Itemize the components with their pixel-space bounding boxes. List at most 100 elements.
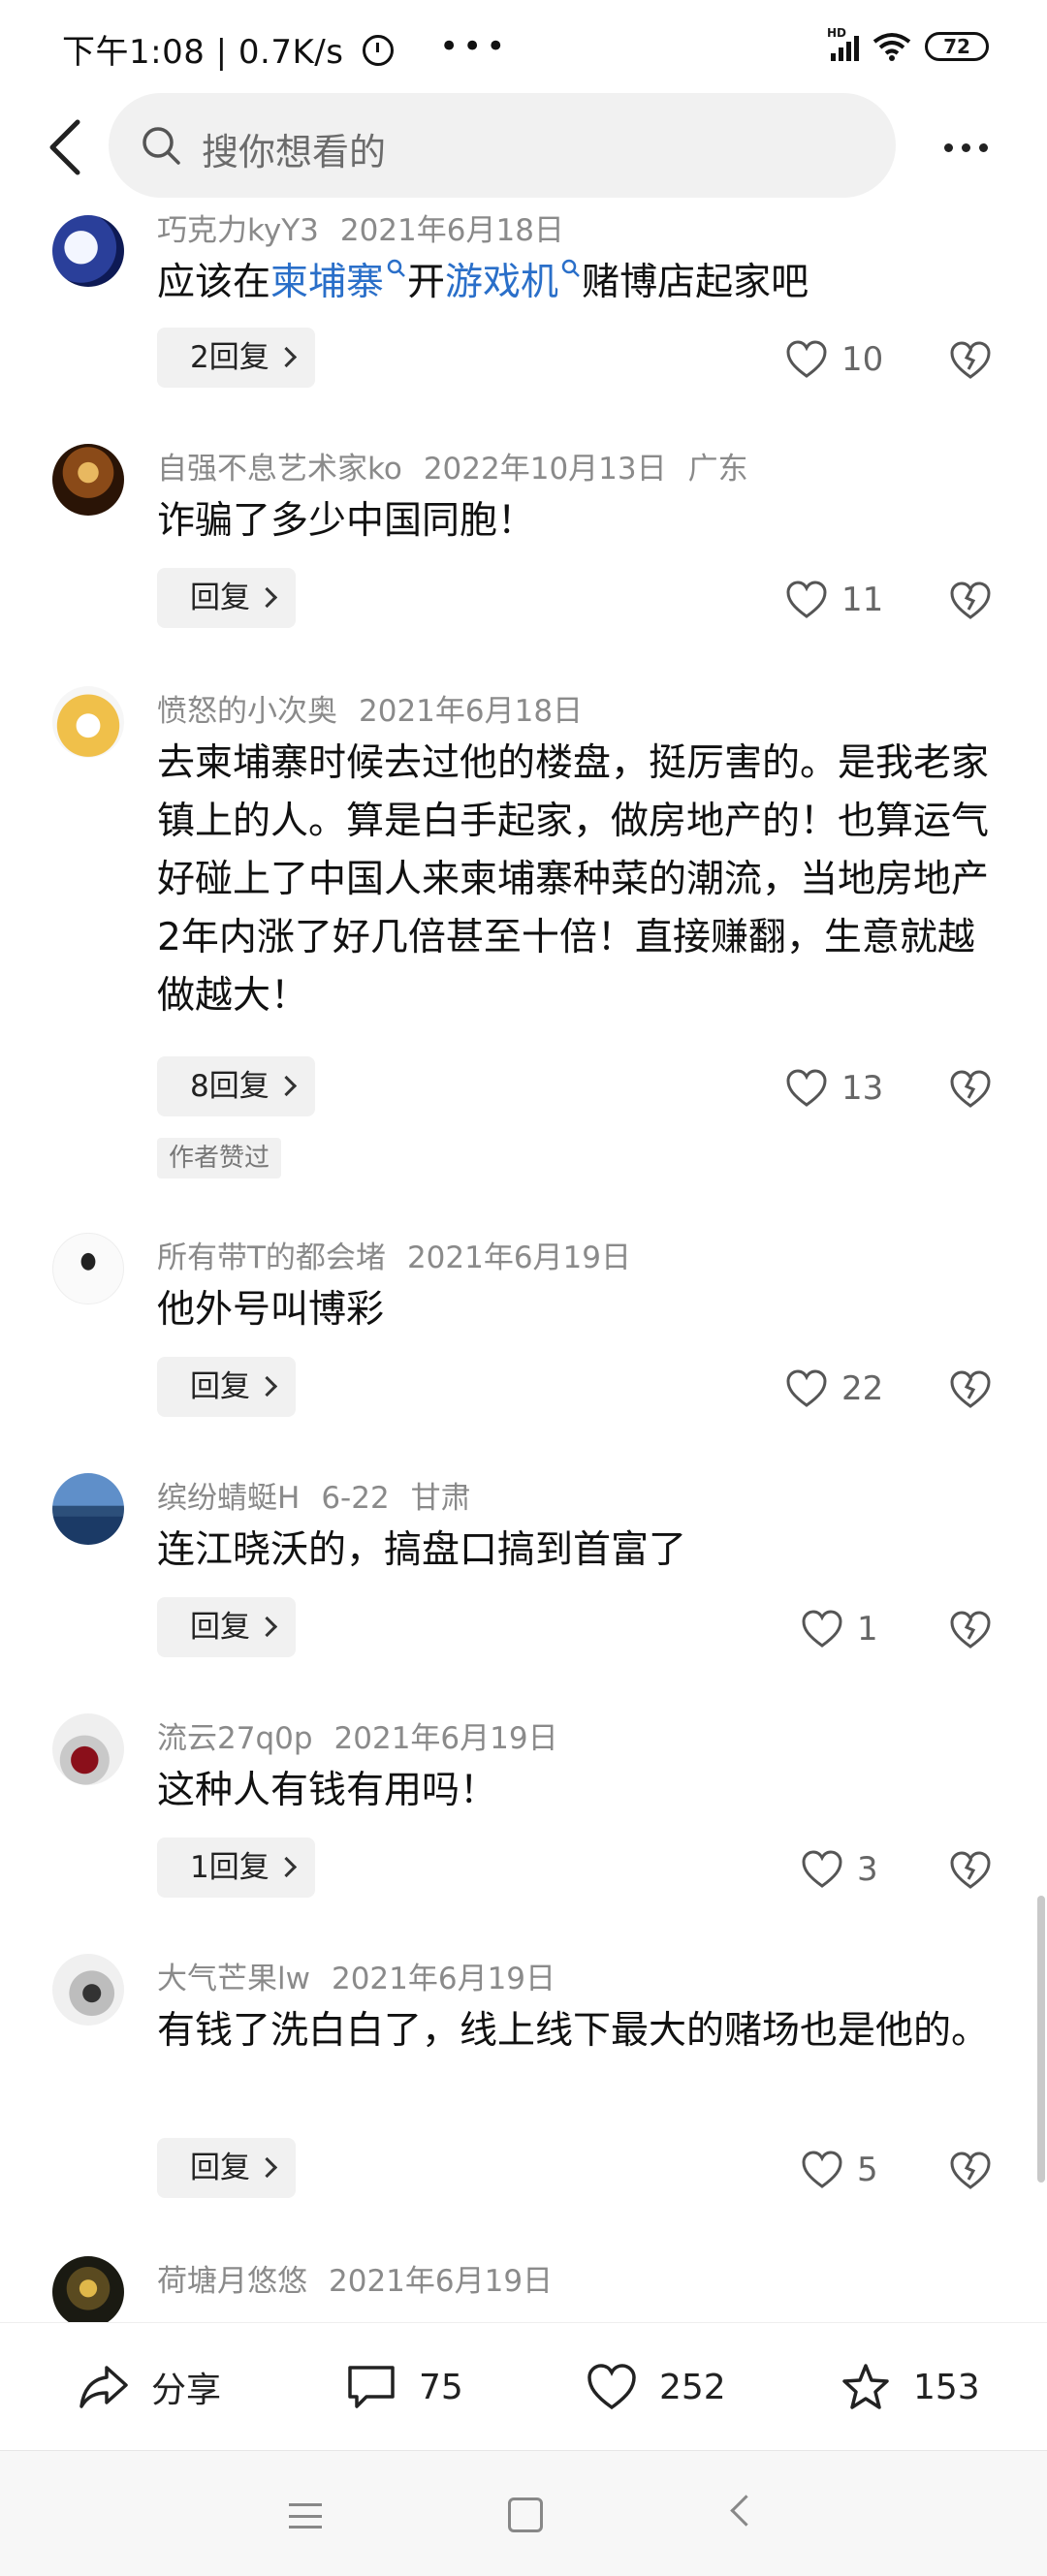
search-bar[interactable]: 搜你想看的 — [109, 93, 896, 198]
avatar[interactable] — [52, 2256, 124, 2322]
wifi-icon — [872, 33, 911, 61]
comment-date: 2021年6月19日 — [333, 1721, 558, 1756]
more-options-icon[interactable] — [944, 128, 1002, 167]
like-button[interactable]: 1 — [801, 1605, 878, 1653]
username[interactable]: 流云27q0p — [157, 1721, 313, 1756]
like-count: 1 — [857, 1610, 878, 1649]
avatar[interactable] — [52, 1473, 124, 1545]
comment-icon — [348, 2366, 395, 2408]
likes-count: 252 — [659, 2367, 726, 2407]
comment-date: 2021年6月19日 — [406, 1241, 631, 1275]
chevron-right-icon — [275, 1075, 297, 1097]
comment-date: 2022年10月13日 — [423, 452, 667, 487]
comments-button[interactable]: 75 — [345, 2358, 463, 2416]
chevron-right-icon — [275, 346, 297, 368]
battery-icon: 72 — [925, 32, 989, 61]
chevron-right-icon — [256, 1375, 278, 1398]
avatar[interactable] — [52, 444, 124, 516]
scrollbar[interactable] — [1037, 1896, 1045, 2183]
username[interactable]: 荷塘月悠悠 — [157, 2264, 307, 2299]
chevron-right-icon — [275, 1856, 297, 1878]
like-button[interactable]: 13 — [785, 1064, 883, 1113]
like-post-button[interactable]: 252 — [586, 2358, 726, 2416]
system-nav-bar — [0, 2450, 1047, 2576]
back-icon[interactable] — [730, 2495, 762, 2527]
username[interactable]: 所有带T的都会堵 — [157, 1241, 386, 1275]
alarm-icon — [362, 35, 394, 66]
username[interactable]: 缤纷蜻蜓H — [157, 1481, 300, 1516]
share-label: 分享 — [151, 2371, 222, 2410]
search-placeholder[interactable]: 搜你想看的 — [202, 122, 386, 175]
share-button[interactable]: 分享 — [78, 2358, 221, 2416]
signal-icon: HD — [827, 26, 859, 61]
username[interactable]: 大气芒果lw — [157, 1962, 310, 1996]
like-button[interactable]: 10 — [785, 335, 883, 384]
keyword-link[interactable]: 柬埔寨 — [270, 259, 407, 304]
comment-date: 2021年6月18日 — [359, 694, 584, 729]
comment-text: 应该在柬埔寨 开游戏机 赌博店起家吧 — [157, 254, 1000, 312]
comment-date: 6-22 — [321, 1481, 390, 1516]
like-count: 22 — [841, 1369, 884, 1408]
broken-heart-icon[interactable] — [948, 1609, 993, 1649]
broken-heart-icon[interactable] — [948, 1368, 993, 1409]
comment-list[interactable]: 巧克力kyY3 2021年6月18日 应该在柬埔寨 开游戏机 赌博店起家吧 2回复 1… — [0, 202, 1047, 2322]
comment-location: 广东 — [687, 452, 748, 487]
like-button[interactable]: 3 — [801, 1845, 878, 1894]
heart-icon — [802, 2151, 842, 2188]
comments-count: 75 — [419, 2367, 463, 2407]
keyword-search-icon — [561, 259, 580, 277]
broken-heart-icon[interactable] — [948, 1068, 993, 1109]
home-icon[interactable] — [508, 2497, 543, 2532]
back-arrow-icon[interactable] — [39, 114, 97, 180]
broken-heart-icon[interactable] — [948, 2150, 993, 2190]
action-bar: 分享 75 252 153 — [0, 2322, 1047, 2451]
reply-button[interactable]: 回复 — [157, 568, 296, 628]
comment-location: 甘肃 — [410, 1481, 471, 1516]
heart-icon — [786, 581, 827, 618]
keyword-search-icon — [387, 259, 405, 277]
comment-text: 连江晓沃的，搞盘口搞到首富了 — [157, 1528, 687, 1572]
more-notifications-icon: ••• — [439, 27, 510, 66]
like-button[interactable]: 5 — [801, 2146, 878, 2194]
avatar[interactable] — [52, 686, 124, 758]
chevron-right-icon — [256, 586, 278, 609]
search-icon — [143, 127, 180, 165]
username[interactable]: 巧克力kyY3 — [157, 213, 319, 248]
like-count: 10 — [841, 340, 884, 379]
username[interactable]: 自强不息艺术家ko — [157, 452, 402, 487]
avatar[interactable] — [52, 1233, 124, 1304]
top-bar: 搜你想看的 — [0, 93, 1047, 202]
status-bar: 下午1:08 | 0.7K/s ••• HD 72 — [0, 0, 1047, 93]
comment-text: 诈骗了多少中国同胞！ — [157, 499, 536, 543]
keyword-link[interactable]: 游戏机 — [445, 259, 582, 304]
avatar[interactable] — [52, 215, 124, 287]
heart-icon — [786, 1369, 827, 1407]
like-button[interactable]: 11 — [785, 576, 883, 624]
avatar[interactable] — [52, 1713, 124, 1785]
comment-date: 2021年6月18日 — [339, 213, 564, 248]
like-count: 5 — [857, 2151, 878, 2189]
like-button[interactable]: 22 — [785, 1365, 883, 1413]
broken-heart-icon[interactable] — [948, 580, 993, 620]
comment-text: 有钱了洗白白了，线上线下最大的赌场也是他的。 — [157, 2009, 990, 2053]
username[interactable]: 愤怒的小次奥 — [157, 694, 337, 729]
reply-button[interactable]: 1回复 — [157, 1838, 315, 1898]
comment-text: 去柬埔寨时候去过他的楼盘，挺厉害的。是我老家镇上的人。算是白手起家，做房地产的！… — [157, 741, 990, 1018]
reply-button[interactable]: 2回复 — [157, 328, 315, 388]
author-liked-badge: 作者赞过 — [157, 1138, 282, 1178]
avatar[interactable] — [52, 1954, 124, 2026]
favorite-button[interactable]: 153 — [840, 2358, 980, 2416]
like-count: 13 — [841, 1069, 884, 1108]
broken-heart-icon[interactable] — [948, 339, 993, 380]
comment-date: 2021年6月19日 — [331, 1962, 556, 1996]
menu-icon[interactable] — [289, 2503, 322, 2529]
reply-button[interactable]: 回复 — [157, 1357, 296, 1417]
reply-button[interactable]: 8回复 — [157, 1056, 315, 1116]
heart-icon — [786, 1069, 827, 1107]
comment-date: 2021年6月19日 — [329, 2264, 554, 2299]
like-count: 3 — [857, 1850, 878, 1889]
heart-icon — [786, 340, 827, 378]
reply-button[interactable]: 回复 — [157, 1597, 296, 1657]
broken-heart-icon[interactable] — [948, 1849, 993, 1890]
reply-button[interactable]: 回复 — [157, 2138, 296, 2198]
